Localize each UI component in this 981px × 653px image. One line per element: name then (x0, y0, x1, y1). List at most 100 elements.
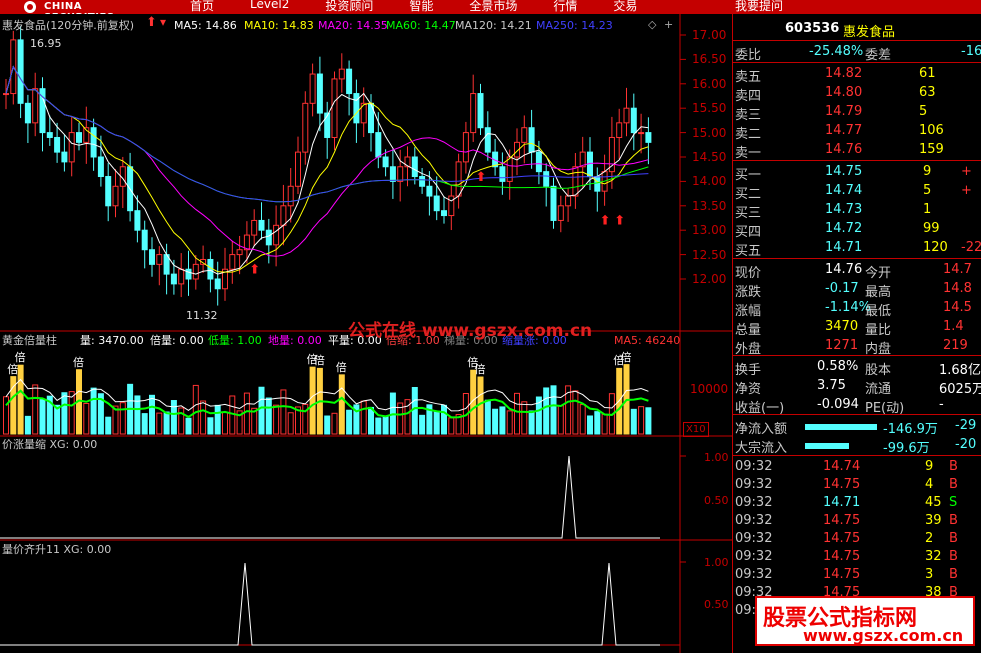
candle-body (309, 73, 316, 104)
tick-row[interactable]: 09:32 14.74 9 B (733, 458, 981, 477)
tick-row[interactable]: 09:32 14.75 4 B (733, 476, 981, 495)
stat-value: 0.58% (817, 359, 859, 374)
candle-body (389, 166, 396, 182)
indicator2-axis-05: 0.50 (704, 598, 729, 611)
volume-bar (419, 414, 426, 435)
stat-row[interactable]: 收益(一) -0.094 PE(动) - (733, 396, 981, 416)
price-axis-label: 15.00 (692, 125, 727, 140)
tick-row[interactable]: 09:32 14.75 3 B (733, 566, 981, 585)
volume-bar (83, 402, 90, 435)
stat-label: 总量 (735, 323, 762, 338)
volume-bar (514, 392, 520, 435)
candle-body (185, 268, 192, 280)
volume-bar (185, 417, 192, 435)
price-axis-label: 16.00 (692, 76, 727, 91)
signal-arrow-icon: ⬆ (614, 214, 625, 229)
ask-row[interactable]: 卖一 14.76 159 (733, 141, 981, 161)
ask-volume: 106 (919, 123, 944, 138)
candle-body (17, 39, 24, 104)
flow-row[interactable]: 大宗流入 -99.6万 -20 (733, 436, 981, 456)
ask-row[interactable]: 卖四 14.80 63 (733, 84, 981, 104)
ask-volume: 5 (919, 104, 928, 119)
bid-row[interactable]: 买一 14.75 9 + (733, 163, 981, 183)
tick-volume: 32 (925, 549, 942, 564)
candle-body (623, 107, 630, 124)
volume-bar (68, 391, 75, 435)
stat-row[interactable]: 涨幅 -1.14% 最低 14.5 (733, 299, 981, 319)
volume-bar (163, 411, 170, 435)
candle-body (3, 93, 9, 96)
stat-row[interactable]: 现价 14.76 今开 14.7 (733, 261, 981, 281)
volume-bar (265, 397, 272, 435)
indicator1-axis-05: 0.50 (704, 494, 729, 507)
candle-body (448, 195, 455, 217)
stat-row[interactable]: 净资 3.75 流通 6025万 (733, 377, 981, 397)
stat-row[interactable]: 外盘 1271 内盘 219 (733, 337, 981, 357)
bid-row[interactable]: 买四 14.72 99 (733, 220, 981, 240)
volume-bar (90, 387, 97, 435)
volume-bar (441, 404, 447, 435)
tick-price: 14.75 (823, 531, 861, 546)
tick-row[interactable]: 09:32 14.75 32 B (733, 548, 981, 567)
ask-row[interactable]: 卖二 14.77 106 (733, 122, 981, 142)
volume-unit-label: X10 (683, 422, 709, 437)
high-price-marker: 16.95 (30, 37, 62, 50)
ask-volume: 63 (919, 85, 936, 100)
beiliang-marker: 倍 (73, 355, 84, 369)
ask-question-link[interactable]: 我要提问 (735, 0, 783, 14)
bid-row[interactable]: 买三 14.73 1 (733, 201, 981, 221)
ask-row[interactable]: 卖五 14.82 61 (733, 65, 981, 85)
stat-value: 1.4 (943, 319, 964, 334)
tick-time: 09:32 (735, 567, 773, 582)
stat-value: - (939, 397, 944, 412)
arrow-up-icon[interactable]: ⬆ (146, 16, 157, 29)
volume-bar (222, 412, 228, 435)
ask-label: 卖五 (735, 70, 762, 85)
tick-volume: 39 (925, 513, 942, 528)
stat-row[interactable]: 涨跌 -0.17 最高 14.8 (733, 280, 981, 300)
candle-body (236, 249, 243, 256)
volume-bar (638, 406, 645, 435)
diamond-icon[interactable]: ◇ (648, 18, 656, 31)
candle-body (441, 210, 447, 217)
candle-body (265, 229, 272, 246)
tick-row[interactable]: 09:32 14.75 2 B (733, 530, 981, 549)
dropdown-icon[interactable]: ▾ (160, 16, 166, 29)
stat-label: 最低 (865, 304, 892, 319)
tick-price: 14.75 (823, 567, 861, 582)
ma250-label: MA250: 14.23 (536, 19, 613, 32)
watermark-box-url: www.gszx.com.cn (803, 626, 964, 645)
indicator2-line (0, 562, 660, 646)
volume-bar (200, 400, 207, 435)
volume-bar (324, 415, 331, 435)
volume-bar (141, 413, 148, 435)
stat-row[interactable]: 换手 0.58% 股本 1.68亿 (733, 358, 981, 378)
bid-volume: 5 (923, 183, 932, 198)
candle-body (32, 88, 39, 124)
bid-row[interactable]: 买五 14.71 120 -22 (733, 239, 981, 259)
volume-bar (170, 400, 177, 435)
ask-row[interactable]: 卖三 14.79 5 (733, 103, 981, 123)
volume-bar (528, 410, 535, 435)
volume-bar (587, 415, 593, 435)
volume-bar (543, 387, 550, 435)
candle-body (149, 249, 155, 265)
flow-pct: -29 (955, 418, 977, 433)
candle-body (229, 254, 236, 270)
volume-bar (411, 386, 418, 435)
candle-body (214, 278, 221, 290)
signal-arrow-icon: ⬆ (476, 170, 487, 185)
volume-bar (309, 366, 316, 435)
tick-row[interactable]: 09:32 14.75 39 B (733, 512, 981, 531)
beiliang-marker: 倍 (620, 350, 632, 364)
volume-bar (382, 416, 389, 435)
bid-row[interactable]: 买二 14.74 5 + (733, 182, 981, 202)
volume-value: 量: 3470.00 (80, 334, 144, 347)
candle-body (433, 195, 440, 212)
price-axis-label: 13.50 (692, 198, 727, 213)
add-icon[interactable]: + (664, 18, 673, 31)
price-axis-label: 17.00 (692, 28, 727, 42)
tick-row[interactable]: 09:32 14.71 45 S (733, 494, 981, 513)
stat-row[interactable]: 总量 3470 量比 1.4 (733, 318, 981, 338)
price-axis-label: 15.50 (692, 101, 727, 116)
